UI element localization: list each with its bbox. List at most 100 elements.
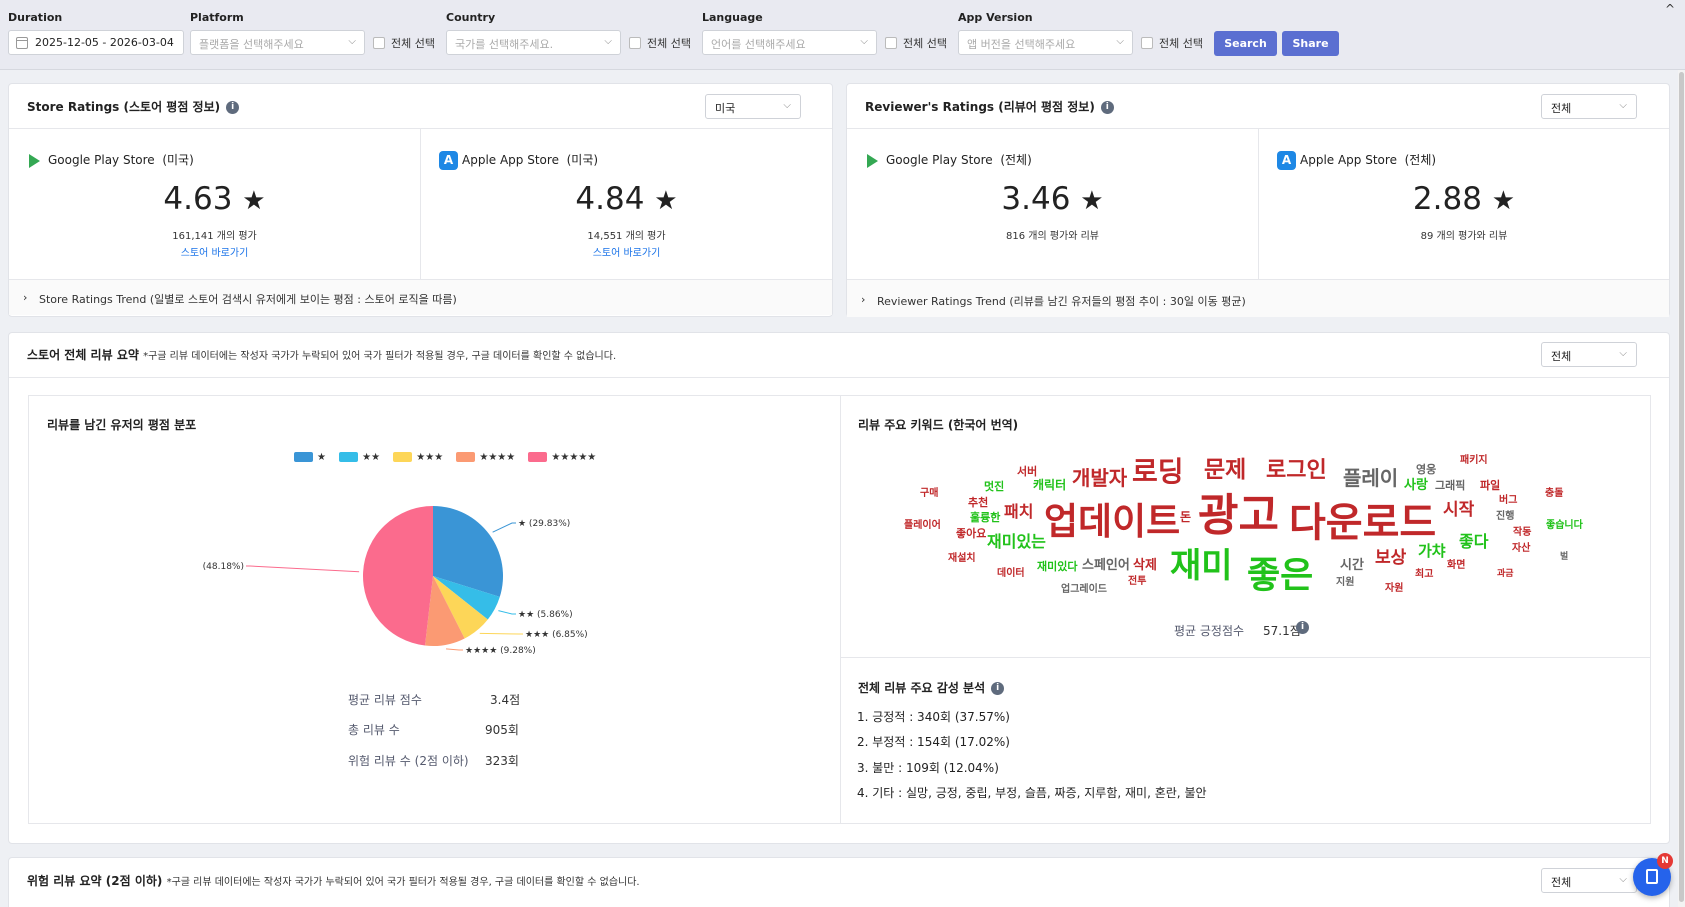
- keyword-word[interactable]: 삭제: [1133, 559, 1157, 572]
- keyword-word[interactable]: 사랑: [1404, 479, 1428, 492]
- app-version-select-all-checkbox[interactable]: [1141, 37, 1153, 49]
- legend-item-2[interactable]: ★★: [339, 452, 380, 463]
- keyword-word[interactable]: 재미있는: [987, 534, 1046, 550]
- chevron-down-icon: ⌵: [1619, 348, 1627, 359]
- info-icon[interactable]: i: [991, 682, 1005, 695]
- store-ratings-title: Store Ratings (스토어 평점 정보) i: [27, 98, 240, 115]
- keyword-word[interactable]: 그래픽: [1435, 480, 1465, 491]
- reviewer-ratings-header: Reviewer's Ratings (리뷰어 평점 정보) i 전체 ⌵: [847, 84, 1669, 129]
- keyword-word[interactable]: 좋아요: [956, 528, 986, 539]
- info-icon[interactable]: i: [226, 101, 240, 114]
- duration-label: Duration: [8, 11, 63, 24]
- chevron-down-icon: ⌵: [1619, 874, 1627, 885]
- app-version-select[interactable]: 앱 버전을 선택해주세요 ⌵: [958, 30, 1133, 55]
- keyword-word[interactable]: 로딩: [1132, 458, 1184, 486]
- keyword-word[interactable]: 벌: [1560, 553, 1568, 562]
- language-select-all-checkbox[interactable]: [885, 37, 897, 49]
- page-scrollbar[interactable]: [1678, 70, 1685, 907]
- legend-item-4[interactable]: ★★★★: [456, 452, 515, 463]
- google-store-rating: Google Play Store (미국) 4.63 ★ 161,141 개의…: [9, 129, 421, 279]
- keyword-word[interactable]: 지원: [1336, 578, 1354, 588]
- platform-select[interactable]: 플랫폼을 선택해주세요 ⌵: [190, 30, 365, 55]
- legend-item-5[interactable]: ★★★★★: [528, 452, 596, 463]
- chat-fab-button[interactable]: N: [1633, 853, 1673, 896]
- keyword-word[interactable]: 좋습니다: [1546, 521, 1583, 531]
- chevron-down-icon: ⌵: [1116, 36, 1124, 47]
- chevron-down-icon: ⌵: [604, 36, 612, 47]
- avg-positive-score-label: 평균 긍정점수: [1174, 624, 1245, 638]
- keyword-word[interactable]: 가챠: [1418, 544, 1446, 559]
- avg-positive-score-value: 57.1점: [1263, 624, 1301, 638]
- pie-slice-5[interactable]: [362, 506, 433, 646]
- keyword-word[interactable]: 개발자: [1072, 468, 1127, 488]
- store-country-select[interactable]: 미국 ⌵: [705, 94, 801, 119]
- keyword-word[interactable]: 시간: [1340, 559, 1364, 572]
- keyword-word[interactable]: 플레이어: [904, 521, 941, 531]
- reviewer-ratings-trend-toggle[interactable]: › Reviewer Ratings Trend (리뷰를 남긴 유저들의 평점…: [847, 279, 1669, 317]
- keyword-word[interactable]: 캐릭터: [1033, 479, 1066, 491]
- duration-picker[interactable]: 2025-12-05 - 2026-03-04: [8, 30, 184, 55]
- review-summary-select[interactable]: 전체 ⌵: [1541, 342, 1637, 367]
- share-button[interactable]: Share: [1282, 31, 1339, 56]
- pie-leader-line-1: [492, 522, 516, 533]
- keyword-word[interactable]: 패치: [1004, 504, 1033, 520]
- keyword-word[interactable]: 광고: [1198, 494, 1279, 538]
- scrollbar-thumb[interactable]: [1679, 72, 1684, 902]
- keyword-word[interactable]: 시작: [1443, 502, 1474, 519]
- keyword-word[interactable]: 보상: [1375, 550, 1406, 567]
- keyword-word[interactable]: 추천: [968, 497, 988, 508]
- keyword-word[interactable]: 문제: [1204, 459, 1246, 482]
- keyword-word[interactable]: 좋은: [1247, 558, 1313, 594]
- keyword-word[interactable]: 플레이: [1343, 468, 1398, 488]
- keyword-word[interactable]: 데이터: [997, 569, 1025, 579]
- keyword-word[interactable]: 서버: [1017, 466, 1037, 477]
- platform-select-all-checkbox[interactable]: [373, 37, 385, 49]
- keyword-word[interactable]: 자원: [1385, 584, 1403, 594]
- keyword-word[interactable]: 구매: [920, 489, 938, 499]
- store-ratings-trend-label: Store Ratings Trend (일별로 스토어 검색시 유저에게 보이…: [39, 293, 457, 306]
- keyword-word[interactable]: 재미있다: [1037, 561, 1077, 572]
- danger-review-select[interactable]: 전체 ⌵: [1541, 868, 1637, 893]
- keyword-word[interactable]: 훌륭한: [970, 512, 1000, 523]
- keyword-word[interactable]: 파일: [1480, 480, 1500, 491]
- keyword-word[interactable]: 영웅: [1416, 464, 1436, 475]
- avg-review-score-label: 평균 리뷰 점수: [348, 693, 422, 707]
- keyword-word[interactable]: 다운로드: [1289, 503, 1436, 543]
- search-button[interactable]: Search: [1214, 31, 1277, 56]
- keyword-word[interactable]: 자산: [1512, 544, 1530, 554]
- keyword-word[interactable]: 화면: [1447, 561, 1465, 571]
- collapse-icon[interactable]: ^: [1665, 2, 1675, 16]
- danger-review-select-value: 전체: [1551, 876, 1572, 889]
- keyword-word[interactable]: 로그인: [1266, 460, 1327, 482]
- legend-item-3[interactable]: ★★★: [393, 452, 443, 463]
- info-icon[interactable]: i: [1296, 621, 1309, 634]
- country-select[interactable]: 국가를 선택해주세요. ⌵: [446, 30, 621, 55]
- info-icon[interactable]: i: [1100, 101, 1114, 114]
- keyword-word[interactable]: 진행: [1496, 512, 1514, 522]
- legend-item-1[interactable]: ★: [294, 452, 326, 463]
- platform-label: Platform: [190, 11, 244, 24]
- keyword-word[interactable]: 과금: [1497, 570, 1514, 579]
- store-ratings-trend-toggle[interactable]: › Store Ratings Trend (일별로 스토어 검색시 유저에게 …: [9, 279, 832, 315]
- apple-store-link[interactable]: 스토어 바로가기: [421, 244, 832, 259]
- keyword-word[interactable]: 최고: [1415, 570, 1433, 580]
- keyword-word[interactable]: 업데이트: [1044, 503, 1180, 540]
- keyword-word[interactable]: 돈: [1180, 511, 1191, 523]
- keyword-word[interactable]: 업그레이드: [1061, 585, 1107, 595]
- keyword-word[interactable]: 버그: [1499, 496, 1517, 506]
- google-store-score: 4.63 ★: [163, 181, 266, 217]
- keyword-word[interactable]: 패키지: [1460, 456, 1488, 466]
- keyword-word[interactable]: 스페인어: [1082, 559, 1130, 572]
- language-select[interactable]: 언어를 선택해주세요 ⌵: [702, 30, 877, 55]
- chevron-down-icon: ⌵: [783, 100, 791, 111]
- google-store-link[interactable]: 스토어 바로가기: [9, 244, 420, 259]
- keyword-word[interactable]: 재설치: [948, 554, 976, 564]
- reviewer-ratings-select[interactable]: 전체 ⌵: [1541, 94, 1637, 119]
- keyword-word[interactable]: 작동: [1513, 528, 1531, 538]
- country-select-all-checkbox[interactable]: [629, 37, 641, 49]
- keyword-word[interactable]: 재미: [1170, 549, 1233, 583]
- keyword-word[interactable]: 좋다: [1459, 534, 1488, 550]
- keyword-word[interactable]: 충돌: [1545, 489, 1563, 499]
- keyword-word[interactable]: 전투: [1128, 577, 1146, 587]
- keyword-word[interactable]: 멋진: [984, 481, 1004, 492]
